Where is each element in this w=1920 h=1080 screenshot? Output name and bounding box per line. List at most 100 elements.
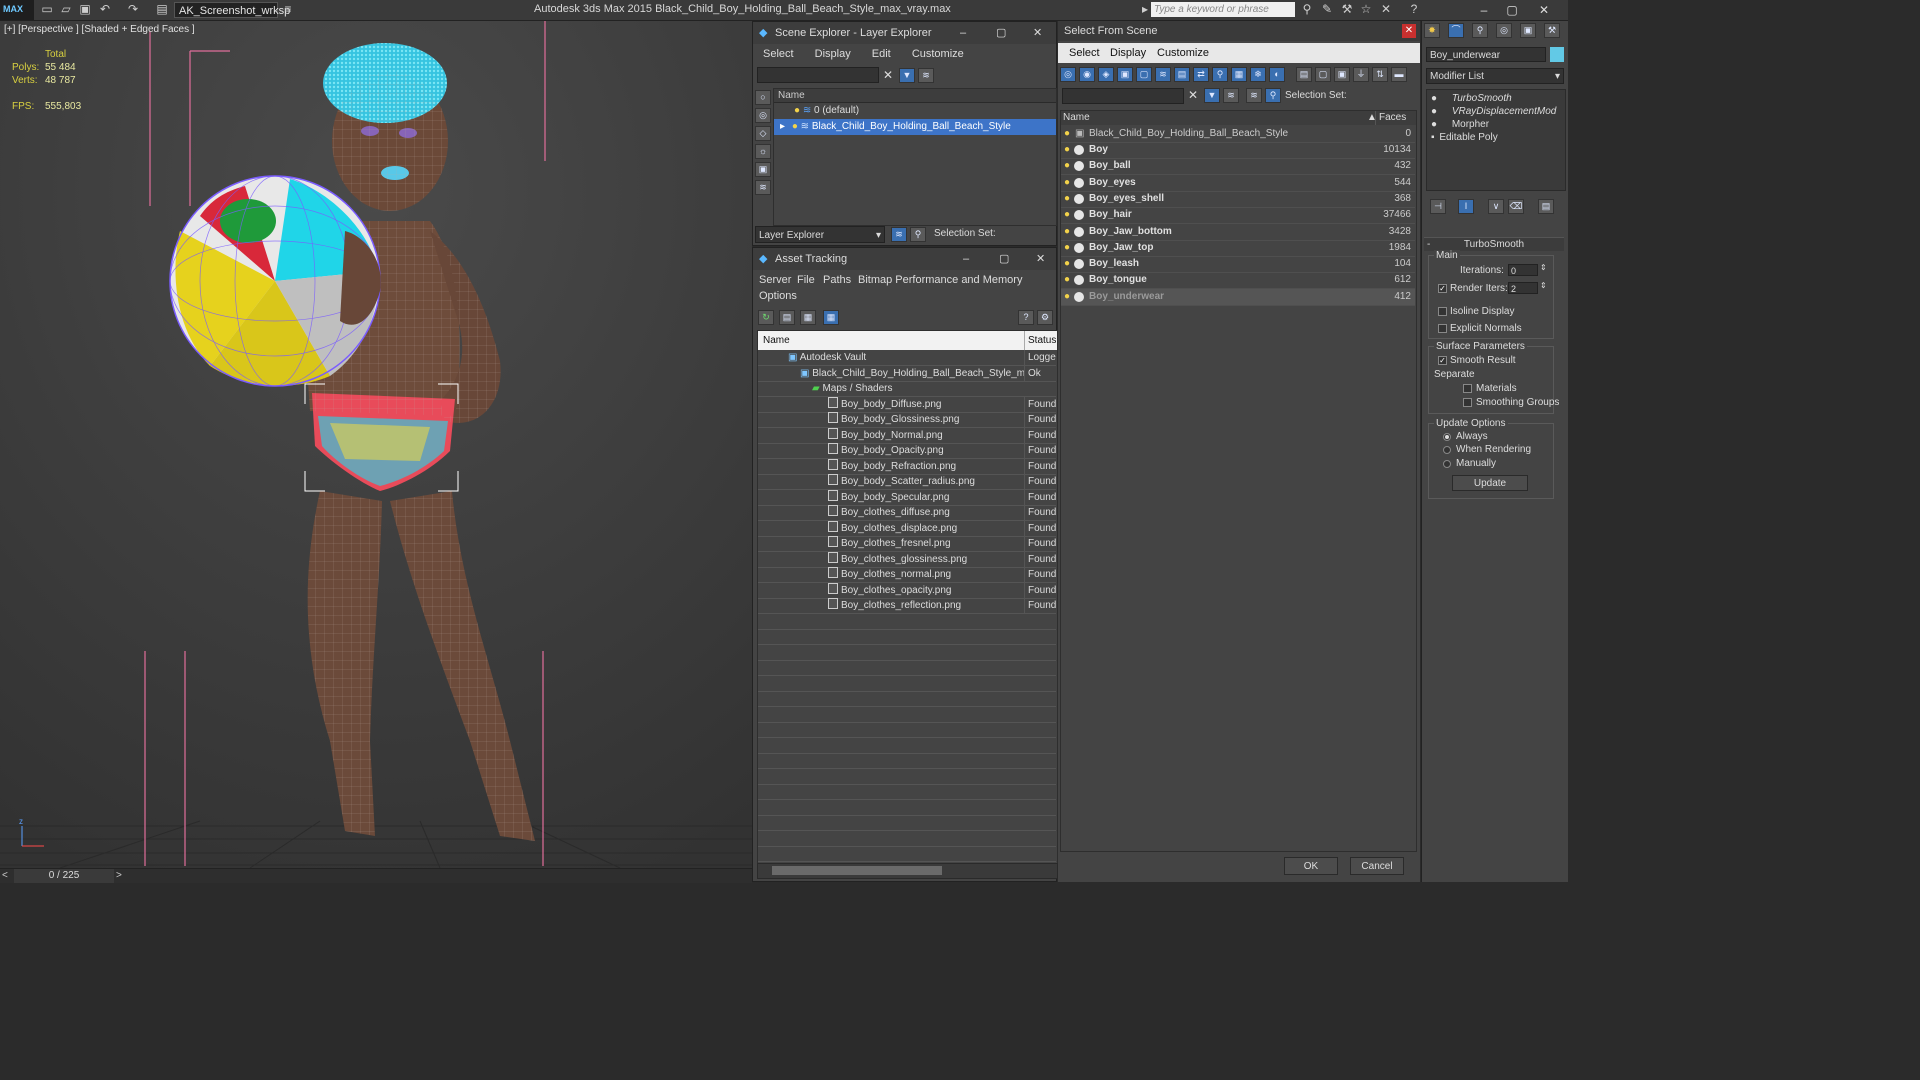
asset-tracking-minimize[interactable]: – xyxy=(963,248,969,270)
asset-row[interactable]: Boy_clothes_reflection.png Found xyxy=(758,598,1056,614)
select-from-scene-titlebar[interactable]: Select From Scene ✕ xyxy=(1058,21,1420,41)
utilities-tab-icon[interactable]: ⚒ xyxy=(1544,23,1560,38)
modifier-bulb-icon[interactable]: ● xyxy=(1431,119,1437,130)
light-bulb-icon[interactable]: ● xyxy=(1064,240,1070,256)
object-row[interactable]: ● Boy_eyes_shell 368 xyxy=(1061,191,1415,208)
asset-row[interactable]: Boy_body_Glossiness.png Found xyxy=(758,412,1056,428)
update-button[interactable]: Update xyxy=(1452,475,1528,491)
menu-display[interactable]: Display xyxy=(1110,43,1146,63)
display-helpers-icon[interactable]: ≋ xyxy=(755,180,771,195)
maximize-button[interactable]: ▢ xyxy=(1498,2,1526,18)
object-row[interactable]: ● Boy 10134 xyxy=(1061,142,1415,159)
menu-select[interactable]: Select xyxy=(1069,43,1100,63)
refresh-icon[interactable]: ↻ xyxy=(758,310,774,325)
communication-icon[interactable]: ⚒ xyxy=(1340,3,1354,16)
asset-row[interactable]: Boy_body_Specular.png Found xyxy=(758,489,1056,506)
object-name-field[interactable]: Boy_underwear xyxy=(1426,47,1546,62)
clear-search-icon[interactable]: ✕ xyxy=(883,68,893,82)
pin-stack-icon[interactable]: ⊣ xyxy=(1430,199,1446,214)
create-tab-icon[interactable]: ✸ xyxy=(1424,23,1440,38)
manually-radio[interactable] xyxy=(1443,460,1451,468)
asset-tracking-close[interactable]: ✕ xyxy=(1036,248,1045,270)
redo-icon[interactable]: ↷ xyxy=(126,3,140,16)
asset-horizontal-scrollbar[interactable] xyxy=(757,863,1058,879)
light-bulb-icon[interactable]: ● xyxy=(1064,207,1070,223)
hierarchy-mode-icon[interactable]: ⚲ xyxy=(1265,88,1281,103)
undo-icon[interactable]: ↶ xyxy=(98,3,112,16)
modify-tab-icon[interactable]: ⌒ xyxy=(1448,23,1464,38)
expand-arrow-icon[interactable]: ▸ xyxy=(780,121,785,132)
search-arrow-icon[interactable]: ▸ xyxy=(1138,3,1152,16)
layer-filter-icon[interactable]: ≋ xyxy=(918,68,934,83)
app-logo[interactable]: MAX xyxy=(0,0,34,20)
table-view-icon[interactable]: ▦ xyxy=(823,310,839,325)
workspace-menu-icon[interactable]: ≡ xyxy=(281,3,295,16)
menu-options[interactable]: Options xyxy=(759,288,797,304)
open-file-icon[interactable]: ▱ xyxy=(59,3,73,16)
menu-select[interactable]: Select xyxy=(763,48,794,60)
menu-server[interactable]: Server xyxy=(759,272,791,288)
list-view-icon[interactable]: ▤ xyxy=(779,310,795,325)
frozen-filter-icon[interactable]: ❄ xyxy=(1250,67,1266,82)
asset-row[interactable]: Boy_body_Opacity.png Found xyxy=(758,443,1056,459)
remove-modifier-icon[interactable]: ⌫ xyxy=(1508,199,1524,214)
help-icon[interactable]: ? xyxy=(1407,3,1421,16)
display-lights-icon[interactable]: ☼ xyxy=(755,144,771,159)
light-bulb-icon[interactable]: ● xyxy=(1064,175,1070,191)
object-color-swatch[interactable] xyxy=(1550,47,1564,62)
light-bulb-icon[interactable]: ● xyxy=(792,121,798,132)
favorites-star-icon[interactable]: ☆ xyxy=(1359,3,1373,16)
layer-row-selected[interactable]: ▸ ● ≋ Black_Child_Boy_Holding_Ball_Beach… xyxy=(774,119,1056,135)
layers-mode-icon[interactable]: ≋ xyxy=(891,227,907,242)
asset-row[interactable]: Boy_clothes_fresnel.png Found xyxy=(758,536,1056,552)
asset-row[interactable]: Boy_clothes_diffuse.png Found xyxy=(758,505,1056,521)
perspective-viewport[interactable]: z [+] [Perspective ] [Shaded + Edged Fac… xyxy=(0,21,752,868)
light-bulb-icon[interactable]: ● xyxy=(794,105,800,116)
configure-sets-icon[interactable]: ▤ xyxy=(1538,199,1554,214)
scene-explorer-close[interactable]: ✕ xyxy=(1033,22,1042,44)
display-none-icon[interactable]: ○ xyxy=(755,90,771,105)
iterations-spinner[interactable]: 0 xyxy=(1508,264,1538,276)
light-bulb-icon[interactable]: ● xyxy=(1064,224,1070,240)
motion-tab-icon[interactable]: ◎ xyxy=(1496,23,1512,38)
asset-row[interactable]: ▣ Black_Child_Boy_Holding_Ball_Beach_Sty… xyxy=(758,365,1056,382)
asset-row[interactable]: Boy_body_Scatter_radius.png Found xyxy=(758,474,1056,490)
object-row[interactable]: ● Boy_Jaw_bottom 3428 xyxy=(1061,224,1415,241)
turbosmooth-rollout-header[interactable]: - TurboSmooth xyxy=(1424,237,1564,251)
groups-filter-icon[interactable]: ▤ xyxy=(1174,67,1190,82)
scene-root-row[interactable]: ● ▣ Black_Child_Boy_Holding_Ball_Beach_S… xyxy=(1061,126,1415,143)
spinner-arrows-icon[interactable]: ⇕ xyxy=(1540,281,1547,290)
object-row[interactable]: ● Boy_Jaw_top 1984 xyxy=(1061,240,1415,257)
object-row-selected[interactable]: ● Boy_underwear 412 xyxy=(1061,288,1415,306)
viewport-label[interactable]: [+] [Perspective ] [Shaded + Edged Faces… xyxy=(4,24,195,35)
minimize-button[interactable]: – xyxy=(1470,2,1498,18)
collapse-all-icon[interactable]: ▬ xyxy=(1391,67,1407,82)
layers-mode-icon[interactable]: ≋ xyxy=(1246,88,1262,103)
asset-row[interactable]: Boy_body_Normal.png Found xyxy=(758,427,1056,444)
object-row[interactable]: ● Boy_hair 37466 xyxy=(1061,207,1415,225)
binoculars-icon[interactable]: ⚲ xyxy=(1300,3,1314,16)
modifier-bulb-icon[interactable]: ● xyxy=(1431,93,1437,104)
when-rendering-radio[interactable] xyxy=(1443,446,1451,454)
col-name-header[interactable]: Name xyxy=(1063,111,1090,125)
display-shapes-icon[interactable]: ◇ xyxy=(755,126,771,141)
time-slider[interactable]: < 0 / 225 > xyxy=(0,868,752,883)
filter-options-icon[interactable]: ⏚ xyxy=(1353,67,1369,82)
filter-icon[interactable]: ▼ xyxy=(1204,88,1220,103)
select-from-scene-close[interactable]: ✕ xyxy=(1402,24,1416,38)
lights-filter-icon[interactable]: ◈ xyxy=(1098,67,1114,82)
light-bulb-icon[interactable]: ● xyxy=(1064,272,1070,288)
smoothing-groups-checkbox[interactable] xyxy=(1463,398,1472,407)
project-folder-icon[interactable]: ▤ xyxy=(155,3,169,16)
layer-filter-icon[interactable]: ≋ xyxy=(1223,88,1239,103)
menu-customize[interactable]: Customize xyxy=(1157,43,1209,63)
filter-icon[interactable]: ▼ xyxy=(899,68,915,83)
isoline-display-checkbox[interactable] xyxy=(1438,307,1447,316)
bones-filter-icon[interactable]: ⚲ xyxy=(1212,67,1228,82)
modifier-vraydisplacement[interactable]: ● VRayDisplacementMod xyxy=(1431,105,1566,118)
clear-search-icon[interactable]: ✕ xyxy=(1188,88,1198,102)
light-bulb-icon[interactable]: ● xyxy=(1064,256,1070,272)
asset-row[interactable]: ▣ Autodesk VaultLogged xyxy=(758,350,1056,366)
scene-explorer-minimize[interactable]: – xyxy=(960,22,966,44)
show-end-result-icon[interactable]: I xyxy=(1458,199,1474,214)
